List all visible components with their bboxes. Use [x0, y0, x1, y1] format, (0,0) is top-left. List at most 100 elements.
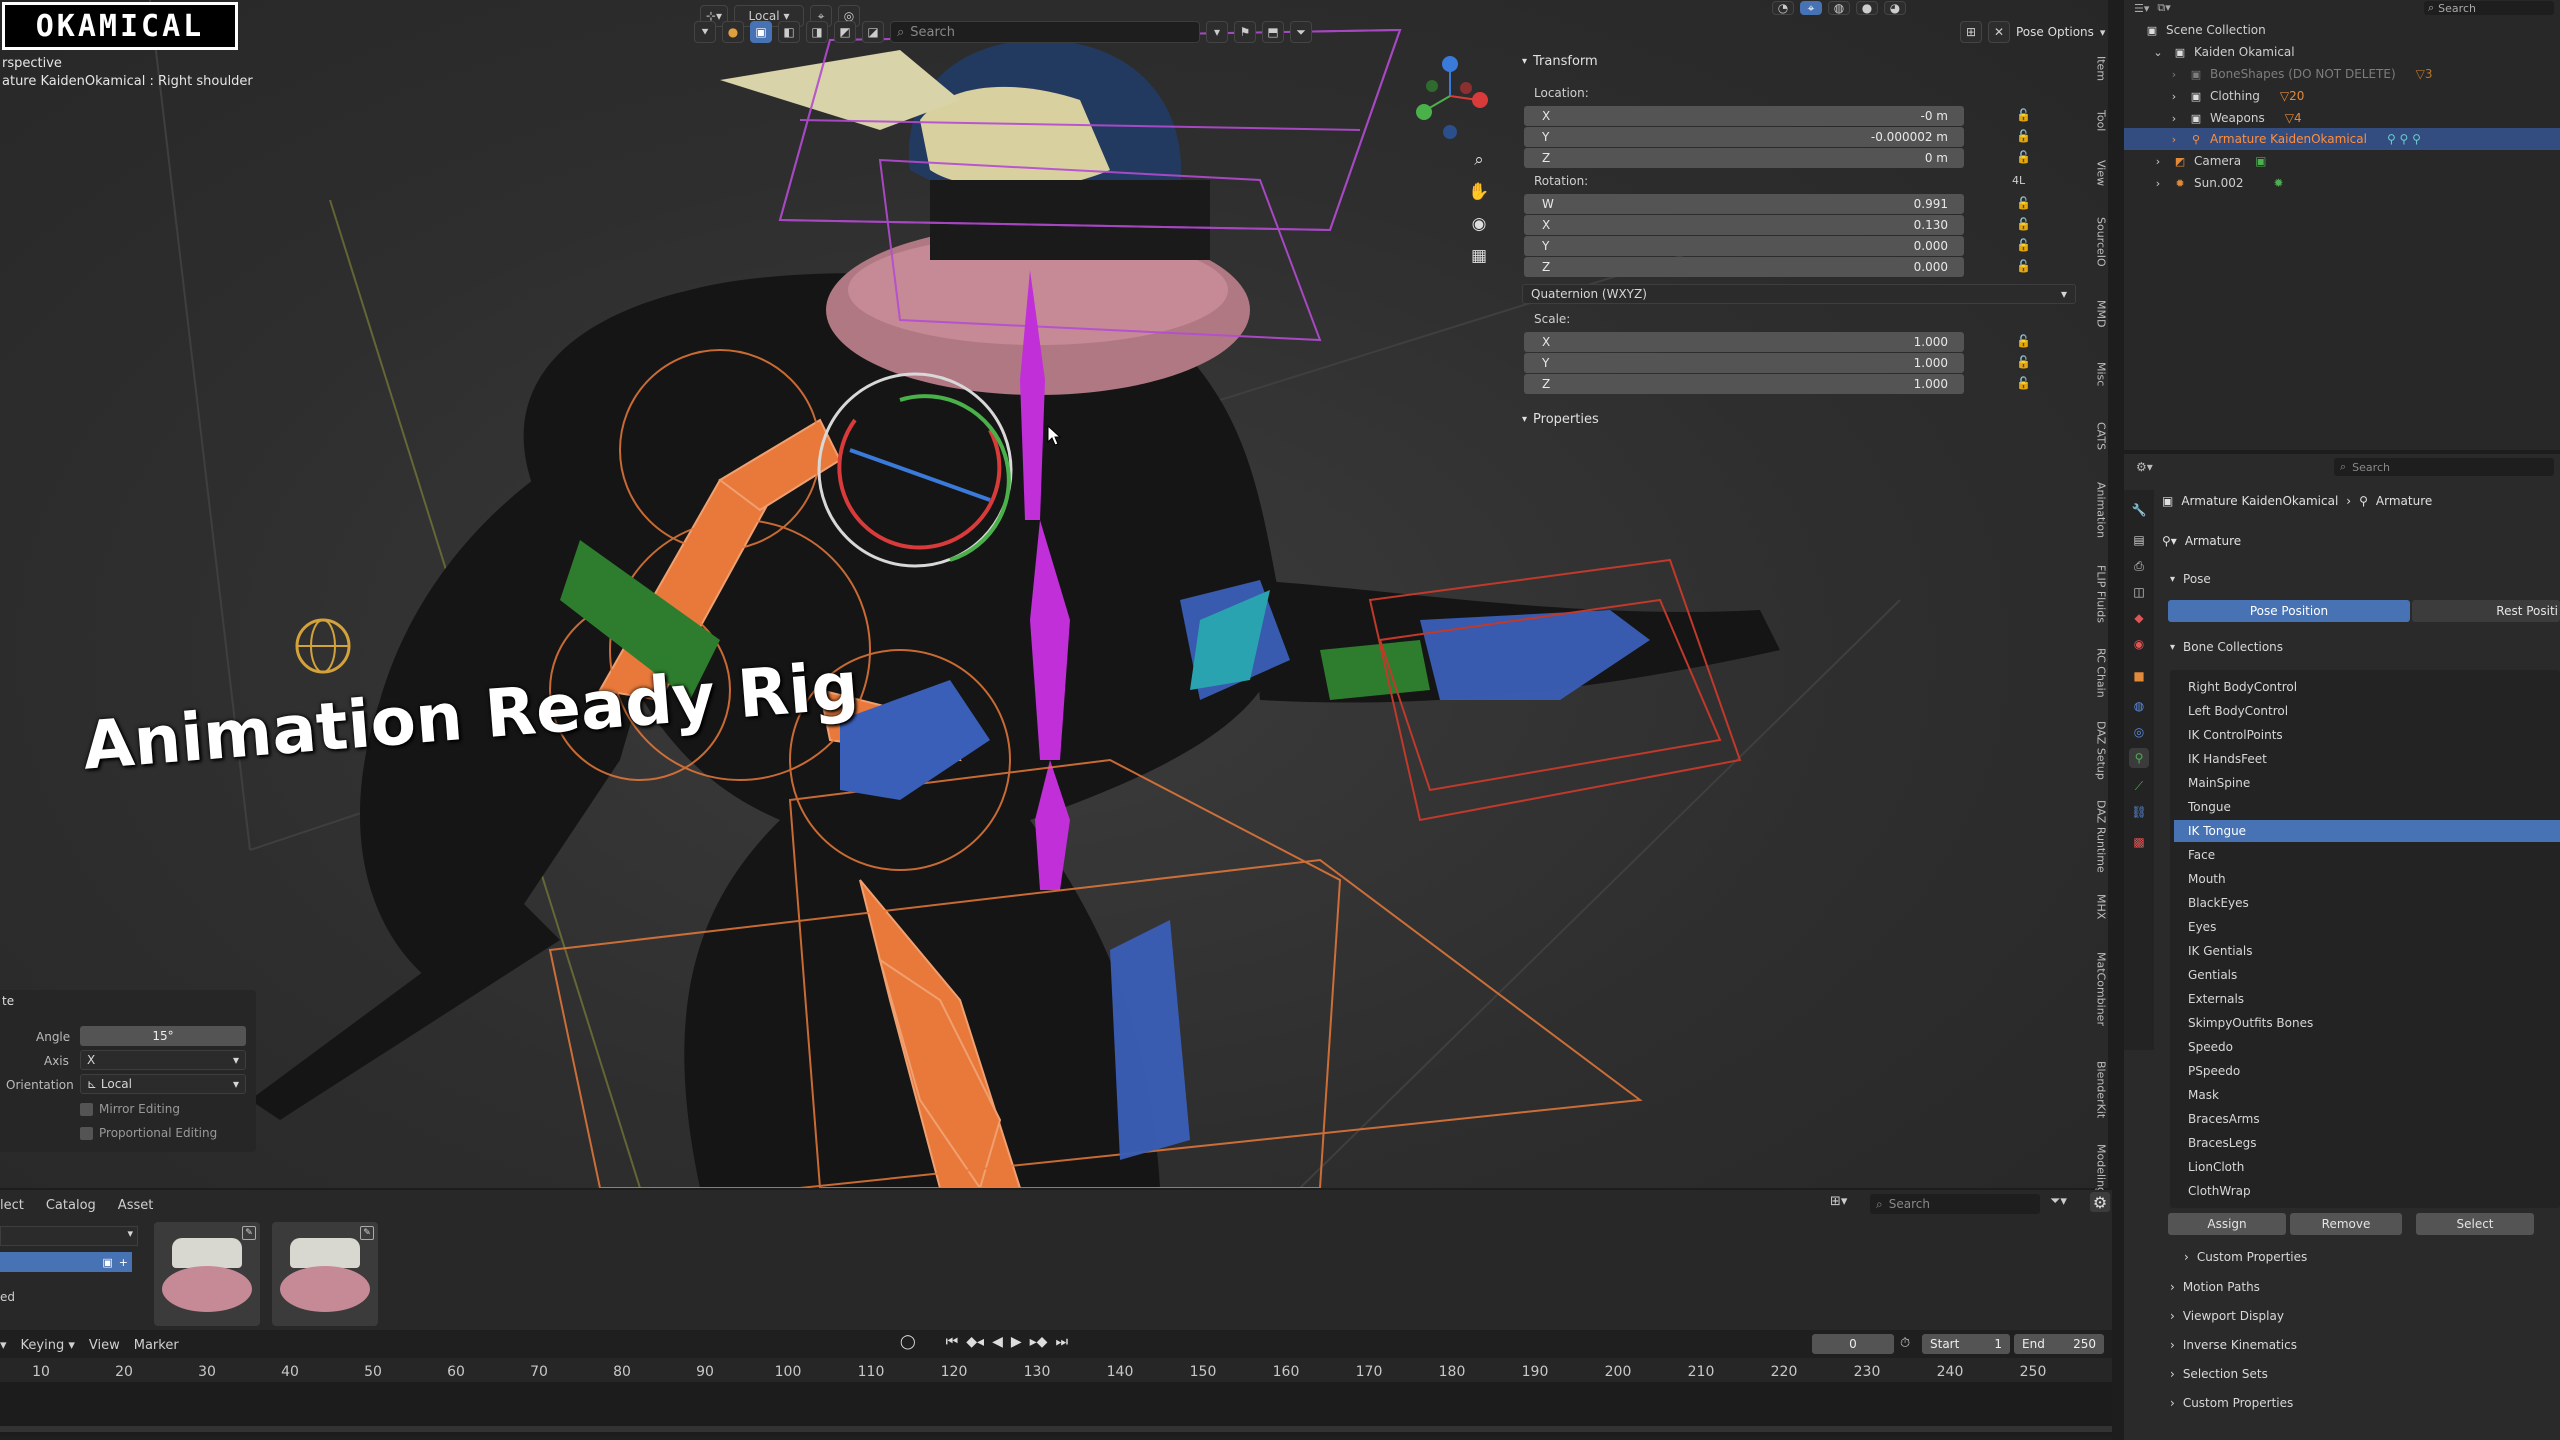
orientation-dropdown[interactable]: ⊾ Local ▾ — [80, 1074, 246, 1094]
asset-thumbnail[interactable]: ✎ — [154, 1222, 260, 1326]
tab-cats[interactable]: CATS — [2090, 406, 2112, 466]
play-icon[interactable]: ▶ — [1011, 1334, 1022, 1350]
object-tab-icon[interactable]: ■ — [2129, 666, 2149, 686]
current-frame-field[interactable]: 0 — [1812, 1334, 1894, 1354]
lock-icon[interactable]: 🔓 — [2016, 129, 2032, 143]
physics-tab-icon[interactable]: ◎ — [2129, 722, 2149, 742]
tab-mmd[interactable]: MMD — [2090, 286, 2112, 342]
horizontal-scrollbar[interactable] — [0, 1426, 2112, 1432]
bone-tab-icon[interactable]: ⟋ — [2129, 776, 2149, 796]
viewport-shading-icon[interactable]: ◔ — [1772, 1, 1794, 15]
edit-asset-icon[interactable]: ✎ — [242, 1226, 256, 1240]
outliner-editor-icon[interactable]: ☰▾ — [2134, 2, 2149, 15]
menu-select[interactable]: lect — [0, 1198, 24, 1213]
rotation-mode-dropdown[interactable]: Quaternion (WXYZ) ▾ — [1522, 284, 2076, 304]
outliner-row-armature[interactable]: › ⚲ Armature KaidenOkamical ⚲ ⚲ ⚲ — [2124, 128, 2560, 150]
tool-tab-icon[interactable]: 🔧 — [2129, 500, 2149, 520]
viewport-display-panel[interactable]: › Viewport Display — [2170, 1309, 2284, 1323]
mirror-editing-checkbox[interactable]: Mirror Editing — [80, 1102, 180, 1116]
list-item[interactable]: BracesArms — [2174, 1108, 2560, 1130]
lock-icon[interactable]: 🔓 — [2016, 376, 2032, 390]
remove-button[interactable]: Remove — [2290, 1213, 2402, 1235]
tab-blenderkit[interactable]: BlenderKit — [2090, 1050, 2112, 1130]
rotation-z-field[interactable]: Z 0.000 — [1524, 257, 1964, 277]
jump-start-icon[interactable]: ⏮ — [946, 1334, 959, 1350]
armature-datablock[interactable]: ⚲▾ Armature — [2162, 534, 2241, 548]
outliner-row-scene-collection[interactable]: ▣ Scene Collection — [2124, 19, 2560, 41]
list-item[interactable]: ClothWrap — [2174, 1180, 2560, 1202]
lock-icon[interactable]: 🔓 — [2016, 196, 2032, 210]
list-item[interactable]: Left BodyControl — [2174, 700, 2560, 722]
lock-icon[interactable]: 🔓 — [2016, 150, 2032, 164]
selection-sets-panel[interactable]: › Selection Sets — [2170, 1367, 2268, 1381]
lock-icon[interactable]: 🔓 — [2016, 238, 2032, 252]
gizmo-icon[interactable]: ⌖ — [1800, 1, 1822, 15]
list-item[interactable]: BracesLegs — [2174, 1132, 2560, 1154]
tab-item[interactable]: Item — [2090, 46, 2112, 92]
modifier-tab-icon[interactable]: ◍ — [2129, 696, 2149, 716]
tab-rc-chain[interactable]: RC Chain — [2090, 638, 2112, 708]
output-tab-icon[interactable]: ⎙ — [2129, 556, 2149, 576]
outliner-row-weapons[interactable]: › ▣ Weapons ▽4 — [2124, 107, 2560, 129]
inverse-kinematics-panel[interactable]: › Inverse Kinematics — [2170, 1338, 2297, 1352]
lock-icon[interactable]: 🔓 — [2016, 259, 2032, 273]
list-item[interactable]: IK HandsFeet — [2174, 748, 2560, 770]
location-x-field[interactable]: X -0 m — [1524, 106, 1964, 126]
texture-tab-icon[interactable]: ▩ — [2129, 832, 2149, 852]
list-item[interactable]: IK ControlPoints — [2174, 724, 2560, 746]
axis-dropdown[interactable]: X ▾ — [80, 1050, 246, 1070]
render-tab-icon[interactable]: ▤ — [2129, 530, 2149, 550]
proportional-editing-checkbox[interactable]: Proportional Editing — [80, 1126, 217, 1140]
select-extend-icon[interactable]: ◧ — [778, 21, 800, 43]
menu-keying[interactable]: Keying ▾ — [21, 1338, 75, 1353]
properties-search-input[interactable]: ⌕ Search — [2334, 458, 2554, 476]
display-mode-icon[interactable]: ⊞▾ — [1830, 1194, 1847, 1209]
tab-matcombiner[interactable]: MatCombiner — [2090, 934, 2112, 1044]
location-y-field[interactable]: Y -0.000002 m — [1524, 127, 1964, 147]
asset-search-input[interactable]: ⌕ Search — [1870, 1194, 2040, 1214]
select-button[interactable]: Select — [2416, 1213, 2534, 1235]
filter-icon[interactable]: ⏷▾ — [2050, 1194, 2067, 1209]
motion-paths-panel[interactable]: › Motion Paths — [2170, 1280, 2260, 1294]
asset-thumbnail[interactable]: ✎ — [272, 1222, 378, 1326]
tab-animation[interactable]: Animation — [2090, 470, 2112, 550]
bone-collections-header[interactable]: ▾ Bone Collections — [2170, 640, 2283, 654]
play-reverse-icon[interactable]: ◀ — [992, 1334, 1003, 1350]
layout-icon[interactable]: ⬒ — [1262, 21, 1284, 43]
ortho-grid-icon[interactable]: ▦ — [1465, 242, 1493, 270]
pose-position-button[interactable]: Pose Position — [2168, 600, 2410, 622]
mode-icon[interactable]: ⯆ — [694, 21, 716, 43]
properties-editor-icon[interactable]: ⚙▾ — [2136, 460, 2153, 474]
view-layer-tab-icon[interactable]: ◫ — [2129, 582, 2149, 602]
record-icon[interactable]: ◯ — [900, 1334, 916, 1350]
list-item[interactable]: Eyes — [2174, 916, 2560, 938]
stopwatch-icon[interactable]: ⏱ — [1900, 1336, 1910, 1351]
scene-tab-icon[interactable]: ◆ — [2129, 608, 2149, 628]
tab-daz-setup[interactable]: DAZ Setup — [2090, 712, 2112, 788]
list-item[interactable]: Gentials — [2174, 964, 2560, 986]
select-invert-icon[interactable]: ◩ — [834, 21, 856, 43]
armature-data-tab-icon[interactable]: ⚲ — [2129, 748, 2149, 768]
outliner-row-boneshapes[interactable]: › ▣ BoneShapes (DO NOT DELETE) ▽3 — [2124, 63, 2560, 85]
list-item[interactable]: PSpeedo — [2174, 1060, 2560, 1082]
start-frame-field[interactable]: Start 1 — [1922, 1334, 2010, 1354]
location-z-field[interactable]: Z 0 m — [1524, 148, 1964, 168]
list-item-selected[interactable]: IK Tongue — [2174, 820, 2560, 842]
bone-constraint-tab-icon[interactable]: ⛓ — [2129, 802, 2149, 822]
list-item[interactable]: Externals — [2174, 988, 2560, 1010]
menu-marker[interactable]: Marker — [134, 1338, 179, 1353]
list-item[interactable]: Mouth — [2174, 868, 2560, 890]
lock-icon[interactable]: 🔓 — [2016, 108, 2032, 122]
bookmark-icon[interactable]: ⚑ — [1234, 21, 1256, 43]
world-tab-icon[interactable]: ◉ — [2129, 634, 2149, 654]
breadcrumb-object[interactable]: Armature KaidenOkamical — [2181, 494, 2338, 508]
select-box-icon[interactable]: ▣ — [750, 21, 772, 43]
tab-tool[interactable]: Tool — [2090, 98, 2112, 144]
zoom-icon[interactable]: ⌕ — [1465, 146, 1493, 174]
rotation-y-field[interactable]: Y 0.000 — [1524, 236, 1964, 256]
wireframe-icon[interactable]: ◍ — [1828, 1, 1850, 15]
pose-panel-header[interactable]: ▾ Pose — [2170, 572, 2211, 586]
lock-icon[interactable]: 🔓 — [2016, 217, 2032, 231]
scale-x-field[interactable]: X 1.000 — [1524, 332, 1964, 352]
outliner-row-sun[interactable]: › ✹ Sun.002 ✹ — [2124, 172, 2560, 194]
